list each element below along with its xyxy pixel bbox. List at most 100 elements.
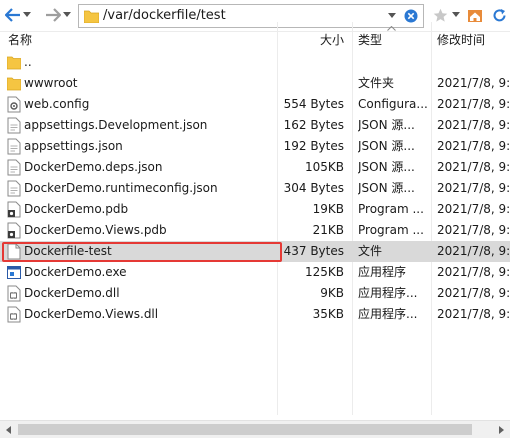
folder-icon bbox=[6, 75, 22, 92]
file-name: DockerDemo.dll bbox=[24, 286, 120, 300]
file-type: 文件 bbox=[358, 244, 383, 258]
file-size: 19KB bbox=[312, 202, 344, 216]
chevron-left-icon bbox=[6, 425, 11, 434]
file-row[interactable]: DockerDemo.Views.dll 35KB 应用程序... 2021/7/8,… bbox=[0, 304, 510, 325]
chevron-down-icon bbox=[452, 12, 460, 17]
file-modified: 2021/7/8, 9:4 bbox=[437, 202, 510, 216]
file-name: web.config bbox=[24, 97, 90, 111]
file-modified: 2021/7/8, 9:4 bbox=[437, 223, 510, 237]
file-row[interactable]: DockerDemo.exe 125KB 应用程序 2021/7/8, 9:4 bbox=[0, 262, 510, 283]
file-type: Program ... bbox=[358, 223, 424, 237]
navigation-toolbar: /var/dockerfile/test bbox=[0, 0, 510, 32]
back-history-dropdown[interactable] bbox=[21, 5, 33, 25]
dll-file-icon bbox=[7, 285, 21, 302]
file-type: JSON 源... bbox=[358, 181, 415, 195]
file-modified: 2021/7/8, 9:4 bbox=[437, 160, 510, 174]
column-header-type[interactable]: 类型 bbox=[358, 32, 382, 48]
refresh-icon bbox=[493, 8, 505, 21]
dll-file-icon bbox=[7, 306, 21, 323]
refresh-button[interactable] bbox=[491, 6, 507, 24]
scroll-right-button[interactable] bbox=[492, 421, 510, 438]
file-type: Program ... bbox=[358, 202, 424, 216]
file-type: 应用程序 bbox=[358, 265, 407, 279]
file-name: DockerDemo.pdb bbox=[24, 202, 129, 216]
file-name: .. bbox=[24, 55, 32, 69]
pdb-file-icon bbox=[7, 201, 21, 218]
json-file-icon bbox=[7, 159, 21, 176]
file-modified: 2021/7/8, 9:4 bbox=[437, 244, 510, 258]
file-name: DockerDemo.exe bbox=[24, 265, 127, 279]
file-type: 文件夹 bbox=[358, 76, 395, 90]
file-name: DockerDemo.runtimeconfig.json bbox=[24, 181, 218, 195]
home-button[interactable] bbox=[467, 6, 483, 24]
file-name: appsettings.json bbox=[24, 139, 123, 153]
file-modified: 2021/7/8, 9:4 bbox=[437, 286, 510, 300]
file-size: 105KB bbox=[304, 160, 344, 174]
selection-highlight-outline bbox=[2, 242, 282, 262]
json-file-icon bbox=[7, 117, 21, 134]
file-row[interactable]: wwwroot 文件夹 2021/7/8, 9:4 bbox=[0, 73, 510, 94]
column-header-name[interactable]: 名称 bbox=[8, 32, 32, 48]
path-text[interactable]: /var/dockerfile/test bbox=[103, 8, 226, 23]
scroll-left-button[interactable] bbox=[0, 421, 18, 438]
file-type bbox=[358, 52, 428, 73]
file-row[interactable]: DockerDemo.Views.pdb 21KB Program ... 2021/… bbox=[0, 220, 510, 241]
home-icon bbox=[468, 9, 482, 22]
path-history-dropdown[interactable] bbox=[385, 9, 399, 23]
horizontal-scrollbar[interactable] bbox=[0, 420, 510, 438]
file-row[interactable]: DockerDemo.deps.json 105KB JSON 源... 2021/7… bbox=[0, 157, 510, 178]
file-name: appsettings.Development.json bbox=[24, 118, 208, 132]
file-modified: 2021/7/8, 9:4 bbox=[437, 118, 510, 132]
folder-icon bbox=[84, 10, 99, 23]
exe-file-icon bbox=[7, 264, 21, 281]
file-size: 162 Bytes bbox=[283, 118, 344, 132]
file-modified: 2021/7/8, 9:4 bbox=[437, 97, 510, 111]
file-type: 应用程序... bbox=[358, 307, 418, 321]
column-header-size[interactable]: 大小 bbox=[320, 32, 344, 48]
file-row[interactable]: appsettings.Development.json 162 Bytes JSO… bbox=[0, 115, 510, 136]
file-modified: 2021/7/8, 9:4 bbox=[437, 76, 510, 90]
file-size: 192 Bytes bbox=[283, 139, 344, 153]
config-file-icon bbox=[7, 96, 21, 113]
file-size bbox=[280, 73, 344, 94]
column-header-modified[interactable]: 修改时间 bbox=[437, 32, 485, 48]
folder-icon bbox=[6, 54, 22, 71]
file-name: DockerDemo.deps.json bbox=[24, 160, 163, 174]
pdb-file-icon bbox=[7, 222, 21, 239]
file-row[interactable]: DockerDemo.runtimeconfig.json 304 Bytes JS… bbox=[0, 178, 510, 199]
file-name: DockerDemo.Views.pdb bbox=[24, 223, 167, 237]
file-modified: 2021/7/8, 9:4 bbox=[437, 139, 510, 153]
file-name: DockerDemo.Views.dll bbox=[24, 307, 159, 321]
file-type: 应用程序... bbox=[358, 286, 418, 300]
star-icon bbox=[433, 8, 447, 22]
file-modified: 2021/7/8, 9:4 bbox=[437, 265, 510, 279]
file-size: 21KB bbox=[312, 223, 344, 237]
forward-arrow-icon bbox=[46, 8, 61, 22]
file-size: 437 Bytes bbox=[283, 244, 344, 258]
file-name: wwwroot bbox=[24, 76, 78, 90]
file-size: 35KB bbox=[312, 307, 344, 321]
file-size: 9KB bbox=[320, 286, 344, 300]
close-icon bbox=[404, 9, 418, 23]
file-row[interactable]: DockerDemo.pdb 19KB Program ... 2021/7/8, 9… bbox=[0, 199, 510, 220]
file-row[interactable]: DockerDemo.dll 9KB 应用程序... 2021/7/8, 9:4 bbox=[0, 283, 510, 304]
file-type: JSON 源... bbox=[358, 160, 415, 174]
bookmark-dropdown[interactable] bbox=[451, 6, 461, 24]
json-file-icon bbox=[7, 180, 21, 197]
file-row[interactable]: appsettings.json 192 Bytes JSON 源... 2021/7… bbox=[0, 136, 510, 157]
bookmark-button[interactable] bbox=[432, 6, 448, 24]
file-modified: 2021/7/8, 9:4 bbox=[437, 307, 510, 321]
forward-button[interactable] bbox=[44, 5, 62, 25]
clear-path-button[interactable] bbox=[403, 8, 419, 24]
file-row[interactable]: web.config 554 Bytes Configura... 2021/7/8,… bbox=[0, 94, 510, 115]
file-type: JSON 源... bbox=[358, 139, 415, 153]
file-size: 125KB bbox=[304, 265, 344, 279]
path-address-bar[interactable]: /var/dockerfile/test bbox=[78, 4, 424, 28]
file-row[interactable]: .. bbox=[0, 52, 510, 73]
forward-history-dropdown[interactable] bbox=[61, 5, 73, 25]
file-type: JSON 源... bbox=[358, 118, 415, 132]
back-button[interactable] bbox=[4, 5, 22, 25]
chevron-right-icon bbox=[499, 425, 504, 434]
back-arrow-icon bbox=[5, 8, 20, 22]
scrollbar-thumb[interactable] bbox=[18, 424, 472, 435]
